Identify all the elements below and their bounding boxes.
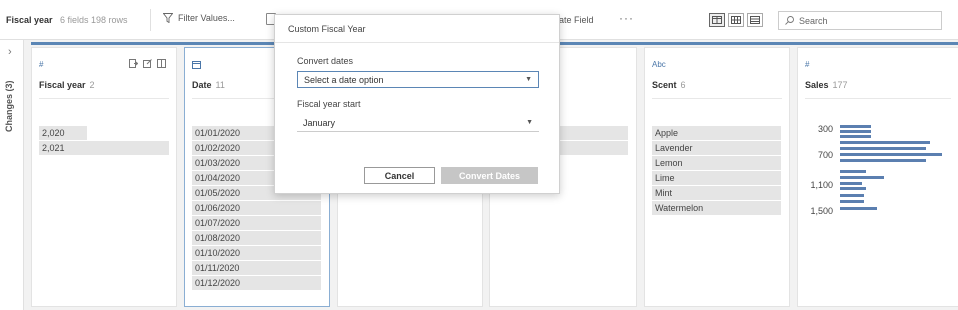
value-item[interactable]: 01/07/2020 [192,216,321,230]
histogram-bar[interactable] [840,207,877,210]
grid-icon [731,16,741,24]
create-field-button[interactable]: ate Field [559,15,594,25]
convert-dates-select[interactable]: Select a date option ▼ [297,71,539,88]
field-name: Date 11 [192,80,225,90]
value-item[interactable]: Apple [652,126,781,140]
histogram-bar[interactable] [840,125,871,128]
edit-icon[interactable] [143,59,152,68]
fiscal-year-start-label: Fiscal year start [297,99,361,109]
histogram-bar[interactable] [840,141,930,144]
card-divider [652,98,782,99]
card-divider [39,98,169,99]
step-meta: 6 fields 198 rows [60,15,128,25]
value-item[interactable]: 01/10/2020 [192,246,321,260]
custom-fiscal-year-dialog: Custom Fiscal Year Convert dates Select … [274,14,560,194]
number-type-icon[interactable]: # [39,60,43,69]
view-toggle-group [709,13,763,27]
search-icon [785,16,794,25]
distinct-count: 2 [89,80,95,90]
search-input[interactable]: Search [778,11,942,30]
cancel-button[interactable]: Cancel [364,167,435,184]
value-item[interactable]: 01/12/2020 [192,276,321,290]
histogram-label: 1,100 [810,180,833,190]
convert-dates-value: Select a date option [304,74,384,85]
histogram-bar[interactable] [840,153,942,156]
value-item[interactable]: 2,021 [39,141,169,155]
value-list: 2,020 2,021 [39,126,169,156]
step-name: Fiscal year [6,15,53,25]
filter-values-label: Filter Values... [178,13,235,23]
search-placeholder: Search [799,15,828,26]
field-name: Scent 6 [652,80,686,90]
export-icon[interactable] [129,59,138,68]
value-item[interactable]: Lime [652,171,781,185]
value-list: Apple Lavender Lemon Lime Mint Watermelo… [652,126,781,216]
profile-view-icon [712,16,722,24]
histogram-bar[interactable] [840,200,864,203]
histogram-label: 700 [817,150,833,160]
fiscal-year-start-select[interactable]: January ▼ [297,115,539,132]
value-item[interactable]: 01/06/2020 [192,201,321,215]
histogram-bar[interactable] [840,130,871,133]
histogram-bar[interactable] [840,194,864,197]
convert-dates-label: Convert dates [297,56,354,66]
filter-icon [163,13,173,23]
profile-view-button[interactable] [709,13,725,27]
calendar-icon[interactable] [192,60,201,71]
convert-dates-button[interactable]: Convert Dates [441,167,538,184]
value-item[interactable]: Lemon [652,156,781,170]
toolbar-divider [150,9,151,31]
field-name: Fiscal year 2 [39,80,95,90]
value-item[interactable]: Mint [652,186,781,200]
data-grid-button[interactable] [728,13,744,27]
histogram-label: 1,500 [810,206,833,216]
list-view-button[interactable] [747,13,763,27]
histogram-bar[interactable] [840,182,862,185]
distinct-count: 11 [215,80,225,90]
histogram-bar[interactable] [840,147,926,150]
value-item[interactable]: Lavender [652,141,781,155]
dialog-title: Custom Fiscal Year [275,15,559,43]
chevron-down-icon: ▼ [525,76,532,83]
changes-panel: › Changes (3) [0,40,24,310]
histogram-bar[interactable] [840,135,871,138]
number-type-icon[interactable]: # [805,60,809,69]
histogram-bar[interactable] [840,187,866,190]
histogram-bar[interactable] [840,170,866,173]
histogram-label: 300 [817,124,833,134]
chevron-down-icon: ▼ [526,119,533,126]
value-item[interactable]: Watermelon [652,201,781,215]
card-actions [129,59,166,68]
histogram-bar[interactable] [840,176,884,179]
field-name: Sales 177 [805,80,848,90]
value-item[interactable]: 2,020 [39,126,87,140]
value-item[interactable]: 01/11/2020 [192,261,321,275]
distinct-count: 177 [832,80,848,90]
value-item[interactable]: 01/08/2020 [192,231,321,245]
filter-values-button[interactable]: Filter Values... [163,13,235,23]
fiscal-year-start-value: January [303,118,336,128]
histogram-bar[interactable] [840,159,926,162]
field-card-sales[interactable]: # Sales 177 300 700 1,100 1,500 [797,47,958,307]
string-type-icon[interactable]: Abc [652,60,666,69]
card-divider [805,98,951,99]
expand-panel-icon[interactable]: › [8,46,12,58]
more-options-button[interactable]: ··· [619,11,634,25]
distinct-count: 6 [680,80,686,90]
field-card-scent[interactable]: Abc Scent 6 Apple Lavender Lemon Lime Min… [644,47,790,307]
changes-label[interactable]: Changes (3) [4,76,18,136]
list-icon [750,16,760,24]
field-card-fiscal-year[interactable]: # Fiscal year 2 2,020 2,021 [31,47,177,307]
split-icon[interactable] [157,59,166,68]
